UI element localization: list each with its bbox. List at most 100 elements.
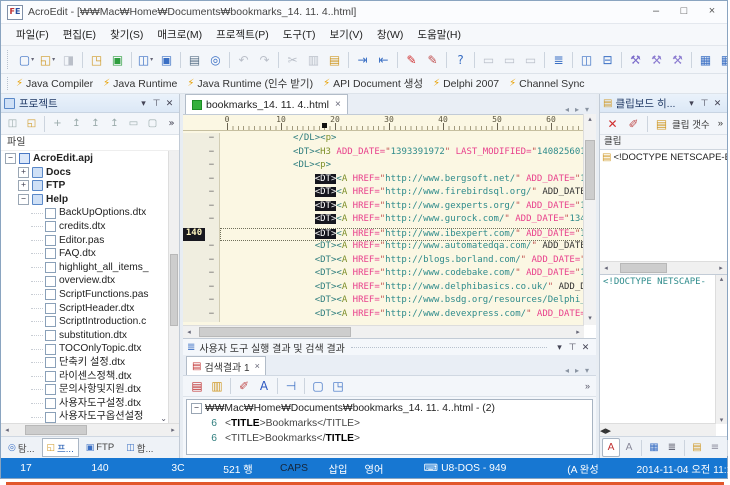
tab-close-icon[interactable]: ×: [335, 99, 341, 110]
user-tool-java-runtime-[interactable]: ⚡Java Runtime (인수 받기): [187, 76, 313, 91]
open-file-button[interactable]: ◱▾: [37, 49, 58, 71]
tree-item[interactable]: 사용자도구옵션설정: [1, 410, 179, 423]
move-up-1-button[interactable]: ↥: [67, 114, 86, 133]
print-preview-button[interactable]: ◎: [205, 49, 226, 71]
save-all-button[interactable]: ▣: [107, 49, 128, 71]
properties-2-button[interactable]: ▦: [716, 49, 727, 71]
fold-marker-icon[interactable]: −: [205, 187, 218, 201]
clipboard-tab-button[interactable]: ▤: [688, 438, 706, 457]
tree-horizontal-scrollbar[interactable]: ◂ ▸: [1, 423, 179, 436]
tree-item[interactable]: −AcroEdit.apj: [1, 152, 179, 166]
code-text[interactable]: <DT><A HREF="http://www.gexperts.org/" A…: [220, 201, 584, 215]
scrollbar-track[interactable]: [195, 326, 572, 338]
overflow-left-button[interactable]: »: [162, 114, 181, 133]
scrollbar-track[interactable]: [13, 424, 167, 436]
tree-item[interactable]: Editor.pas: [1, 234, 179, 248]
tree-item[interactable]: 라이센스정책.dtx: [1, 370, 179, 384]
panel-close-icon[interactable]: ✕: [163, 98, 176, 109]
save-as-button[interactable]: ▣: [156, 49, 177, 71]
code-line[interactable]: 140 <DT><A HREF="http://www.ibexpert.com…: [183, 228, 584, 242]
line-gutter[interactable]: −: [183, 282, 220, 296]
open-project-folder-button[interactable]: ◱: [22, 114, 41, 133]
code-template-button[interactable]: ≣: [548, 49, 569, 71]
tree-item[interactable]: +FTP: [1, 179, 179, 193]
scroll-right-icon[interactable]: ▸: [572, 328, 584, 336]
code-text[interactable]: <DT><A HREF="http://www.bsdg.org/resourc…: [220, 295, 584, 309]
tree-item[interactable]: +Docs: [1, 166, 179, 180]
indent-button[interactable]: ⇥: [352, 49, 373, 71]
code-line[interactable]: − <DT><A HREF="http://www.codebake.com/"…: [183, 268, 584, 282]
add-file-button[interactable]: +: [48, 114, 67, 133]
panel-menu-icon[interactable]: ▾: [685, 98, 698, 109]
scroll-left-icon[interactable]: ◂: [1, 426, 13, 434]
tree-item[interactable]: BackUpOptions.dtx: [1, 206, 179, 220]
result-row[interactable]: 6<TITLE>Bookmarks</TITLE>: [187, 431, 592, 446]
project-tab[interactable]: ◱프...: [42, 438, 79, 457]
dropdown-arrow-icon[interactable]: ▾: [31, 54, 34, 66]
panel-close-icon[interactable]: ✕: [579, 342, 592, 353]
new-window-button[interactable]: ◫▾: [135, 49, 156, 71]
code-line[interactable]: − <DT><A HREF="http://www.bsdg.org/resou…: [183, 295, 584, 309]
tab-prev-icon[interactable]: ◂: [562, 105, 572, 114]
fold-marker-icon[interactable]: −: [205, 255, 218, 269]
new-project-button[interactable]: ◫: [3, 114, 22, 133]
fold-marker-icon[interactable]: −: [205, 201, 218, 215]
clip-horizontal-scrollbar[interactable]: ◂ ▸: [600, 261, 727, 274]
wrap-toggle-button[interactable]: ⊣: [281, 377, 301, 396]
scroll-up-icon[interactable]: ▴: [716, 275, 727, 283]
code-line[interactable]: − <DT><A HREF="http://www.gurock.com/" A…: [183, 214, 584, 228]
scroll-right-icon[interactable]: ▸: [606, 424, 612, 437]
code-line[interactable]: − <DT><A HREF="http://www.firebirdsql.or…: [183, 187, 584, 201]
user-tool-edit-button[interactable]: ✎: [422, 49, 443, 71]
code-line[interactable]: − <DT><A HREF="http://www.gexperts.org/"…: [183, 201, 584, 215]
line-gutter[interactable]: −: [183, 201, 220, 215]
menu-item[interactable]: 프로젝트(P): [209, 25, 276, 44]
menu-item[interactable]: 창(W): [370, 25, 411, 44]
user-tool-java-compiler[interactable]: ⚡Java Compiler: [16, 78, 93, 90]
code-line[interactable]: − <DT><A HREF="http://www.automatedqa.co…: [183, 241, 584, 255]
line-gutter[interactable]: −: [183, 241, 220, 255]
code-text[interactable]: <DT><A HREF="http://www.gurock.com/" ADD…: [220, 214, 584, 228]
tree-item[interactable]: −Help: [1, 193, 179, 207]
preview-horizontal-scrollbar[interactable]: ◂ ▸: [600, 423, 716, 436]
tab-next-icon[interactable]: ▸: [572, 366, 582, 375]
split-vertical-button[interactable]: ⊟: [597, 49, 618, 71]
properties-1-button[interactable]: ▦: [695, 49, 716, 71]
fold-marker-icon[interactable]: −: [205, 147, 218, 161]
scrollbar-thumb[interactable]: [620, 263, 667, 273]
tree-item[interactable]: ScriptHeader.dtx: [1, 302, 179, 316]
file-misc-button[interactable]: ▢: [143, 114, 162, 133]
user-tool-delphi-2007[interactable]: ⚡Delphi 2007: [433, 78, 499, 90]
scrollbar-thumb[interactable]: [170, 254, 178, 326]
panel-pin-icon[interactable]: ⊤: [698, 98, 711, 109]
open-project-button[interactable]: ◳: [86, 49, 107, 71]
fold-marker-icon[interactable]: −: [205, 160, 218, 174]
menu-item[interactable]: 도구(T): [276, 25, 323, 44]
tree-item[interactable]: highlight_all_items_: [1, 261, 179, 275]
toolbar-grip[interactable]: [7, 50, 12, 69]
line-gutter[interactable]: −: [183, 160, 220, 174]
charmap-tab-button[interactable]: A: [602, 438, 620, 457]
menu-item[interactable]: 도움말(H): [410, 25, 468, 44]
menu-item[interactable]: 파일(F): [9, 25, 56, 44]
merge-tab[interactable]: ◫합...: [121, 438, 158, 457]
tree-item[interactable]: FAQ.dtx: [1, 247, 179, 261]
dropdown-arrow-icon[interactable]: ▾: [150, 54, 153, 66]
sort-tab-button[interactable]: ≣: [663, 438, 681, 457]
scrollbar-thumb[interactable]: [25, 425, 87, 435]
tree-item[interactable]: substitution.dtx: [1, 329, 179, 343]
tab-prev-icon[interactable]: ◂: [562, 366, 572, 375]
delete-clip-button[interactable]: ✕: [602, 113, 623, 135]
tab-list-icon[interactable]: ▾: [582, 105, 592, 114]
collapse-icon[interactable]: −: [191, 403, 202, 414]
tree-item[interactable]: ScriptFunctions.pas: [1, 288, 179, 302]
user-tool-api-document-[interactable]: ⚡API Document 생성: [323, 76, 423, 91]
line-gutter[interactable]: −: [183, 295, 220, 309]
editor-vertical-scrollbar[interactable]: ▴ ▾: [583, 114, 596, 325]
code-text[interactable]: <DT><A HREF="http://www.automatedqa.com/…: [220, 241, 584, 255]
send-file-button[interactable]: ▭: [124, 114, 143, 133]
code-area[interactable]: − </DL><p>− <DT><H3 ADD_DATE="1393391972…: [183, 131, 584, 325]
code-text[interactable]: <DT><A HREF="http://www.ibexpert.com/" A…: [220, 228, 584, 242]
copy-results-button[interactable]: ▥: [207, 377, 227, 396]
tree-item[interactable]: 문의사항및지원.dtx: [1, 383, 179, 397]
